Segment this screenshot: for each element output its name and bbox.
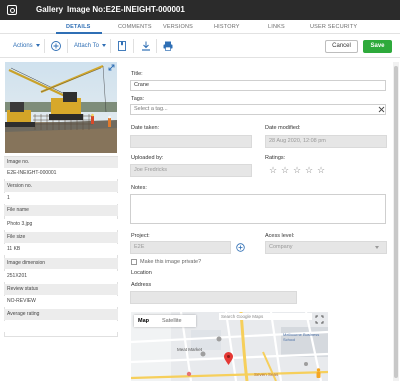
tab-versions[interactable]: VERSIONS (163, 24, 193, 30)
metadata-value: E2E-INEIGHT-000001 (4, 168, 118, 179)
location-label: Location (131, 270, 152, 276)
metadata-label: Image dimension (4, 258, 118, 269)
close-icon[interactable] (378, 106, 385, 113)
uploaded-by-input: Joe Fredricks (130, 164, 252, 177)
star-outline-icon[interactable]: ☆ (317, 166, 325, 175)
private-checkbox[interactable] (131, 259, 137, 265)
date-modified-input: 28 Aug 2020, 12:08 pm (265, 135, 387, 148)
address-input[interactable] (130, 291, 297, 304)
tags-label: Tags: (131, 96, 145, 102)
tab-links[interactable]: LINKS (268, 24, 285, 30)
star-outline-icon[interactable]: ☆ (293, 166, 301, 175)
divider (44, 39, 45, 53)
actions-label: Actions (13, 43, 33, 49)
pegman-icon[interactable] (315, 368, 322, 379)
construction-photo (5, 62, 117, 153)
metadata-label: Review status (4, 284, 118, 295)
map-type-toggle: Map Satellite (134, 315, 196, 327)
tab-bar: DETAILS COMMENTS VERSIONS HISTORY LINKS … (0, 20, 400, 34)
divider (67, 39, 68, 53)
map-label: Meat Market (177, 347, 203, 352)
private-checkbox-label: Make this image private? (140, 259, 202, 265)
map-marker-icon (224, 352, 233, 365)
title-input[interactable]: Crane (130, 80, 386, 91)
tab-comments[interactable]: COMMENTS (118, 24, 152, 30)
gallery-logo-icon (7, 5, 17, 15)
bookmark-icon[interactable] (116, 40, 128, 52)
address-label: Address (131, 282, 152, 288)
metadata-value: NO-REVIEW (4, 296, 118, 307)
tab-details[interactable]: DETAILS (66, 24, 91, 30)
project-label: Project: (131, 233, 150, 239)
metadata-label: Version no. (4, 181, 118, 192)
attach-to-label: Attach To (74, 43, 99, 49)
caret-down-icon (35, 43, 40, 47)
cancel-button[interactable]: Cancel (325, 40, 358, 53)
notes-textarea[interactable] (130, 194, 386, 224)
divider (110, 39, 111, 53)
title-label: Title: (131, 71, 143, 77)
metadata-label: File size (4, 232, 118, 243)
actions-menu-button[interactable]: Actions (13, 43, 40, 49)
project-input: E2E (130, 241, 231, 254)
expand-icon[interactable] (107, 63, 116, 72)
date-taken-label: Date taken: (131, 125, 160, 131)
attach-to-menu-button[interactable]: Attach To (74, 43, 106, 49)
tags-placeholder: Select a tag... (134, 106, 168, 112)
divider (156, 39, 157, 53)
metadata-value: 251X201 (4, 271, 118, 282)
caret-down-icon (375, 246, 379, 249)
tags-input[interactable]: Select a tag... (130, 104, 386, 115)
metadata-label: File name (4, 205, 118, 216)
title-bar: Gallery Image No:E2E-INEIGHT-000001 (0, 0, 400, 20)
satellite-tab[interactable]: Satellite (162, 318, 182, 324)
map-label: Seven Seas (254, 372, 279, 377)
map-search-label[interactable]: Search Google Maps (219, 313, 312, 320)
map-label: Melbourne Business School (283, 332, 320, 342)
date-modified-label: Date modified: (265, 125, 301, 131)
location-map[interactable]: Map Satellite Search Google Maps Meat Ma… (131, 312, 328, 381)
image-preview (5, 62, 117, 153)
tab-user-security[interactable]: USER SECURITY (310, 24, 357, 30)
metadata-label: Average rating (4, 309, 118, 320)
download-icon[interactable] (140, 40, 152, 52)
star-outline-icon[interactable]: ☆ (305, 166, 313, 175)
star-outline-icon[interactable]: ☆ (269, 166, 277, 175)
star-outline-icon[interactable]: ☆ (281, 166, 289, 175)
tab-history[interactable]: HISTORY (214, 24, 240, 30)
fullscreen-icon[interactable] (315, 315, 324, 324)
date-taken-input (130, 135, 252, 148)
map-tab[interactable]: Map (138, 318, 149, 324)
app-title: Gallery (36, 5, 64, 14)
metadata-value: 1 (4, 193, 118, 204)
divider (133, 39, 134, 53)
metadata-value: Photo 3.jpg (4, 219, 118, 230)
caret-down-icon (101, 43, 106, 47)
ratings-label: Ratings: (265, 155, 286, 161)
plus-circle-icon[interactable] (236, 243, 245, 252)
print-icon[interactable] (162, 40, 174, 52)
metadata-label: Image no. (4, 157, 118, 168)
access-level-label: Acess level: (265, 233, 295, 239)
notes-label: Notes: (131, 185, 147, 191)
uploaded-by-label: Uploaded by: (131, 155, 164, 161)
scrollbar-thumb[interactable] (394, 66, 398, 378)
save-button[interactable]: Save (363, 40, 392, 53)
metadata-value (4, 321, 118, 332)
metadata-value: 11 KB (4, 244, 118, 255)
plus-circle-icon[interactable] (50, 40, 62, 52)
image-title: Image No:E2E-INEIGHT-000001 (67, 5, 185, 14)
access-level-select[interactable]: Company (265, 241, 387, 254)
